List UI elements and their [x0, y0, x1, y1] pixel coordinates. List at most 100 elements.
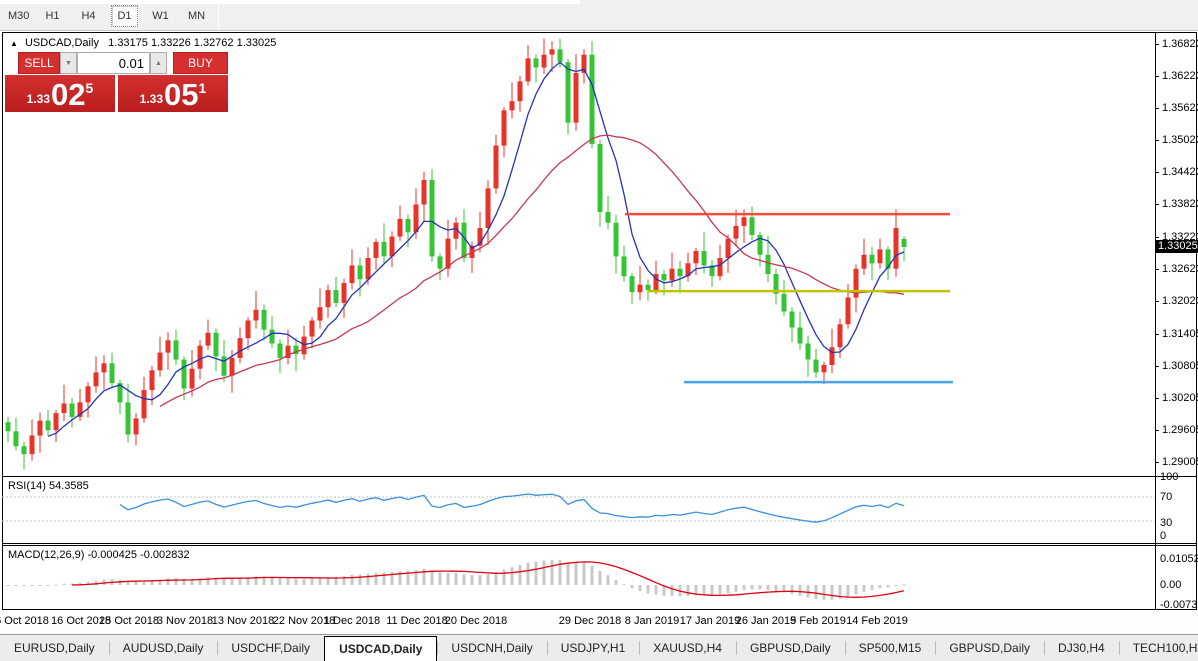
candle — [390, 231, 395, 267]
candle — [518, 76, 523, 112]
candle — [534, 54, 539, 82]
rsi-tick-label: 30 — [1160, 517, 1172, 529]
price-tick-label: 1.33820 — [1162, 198, 1198, 210]
date-axis-label: 14 Feb 2019 — [846, 615, 908, 627]
timeframe-button-mn[interactable]: MN — [183, 5, 210, 27]
candle — [126, 384, 131, 443]
candle — [278, 339, 283, 373]
candle — [382, 223, 387, 264]
timeframe-button-h1[interactable]: H1 — [39, 5, 66, 27]
date-axis-label: 8 Jan 2019 — [625, 615, 679, 627]
candle — [254, 291, 259, 329]
price-tick-label: 1.35620 — [1162, 102, 1198, 114]
candle — [718, 245, 723, 281]
date-axis-label: 11 Dec 2018 — [386, 615, 448, 627]
candle — [430, 169, 435, 262]
rsi-tick-label: 100 — [1160, 471, 1178, 483]
candle — [614, 215, 619, 274]
timeframe-button-m30[interactable]: M30 — [3, 5, 34, 27]
tab-tech100-h1[interactable]: TECH100,H1 — [1119, 635, 1198, 661]
date-axis-label: 26 Jan 2019 — [736, 615, 797, 627]
candle — [246, 317, 251, 350]
candle — [782, 280, 787, 315]
tab-usdcnh-daily[interactable]: USDCNH,Daily — [437, 635, 546, 661]
candle — [678, 261, 683, 294]
candle — [158, 337, 163, 377]
candle — [686, 253, 691, 282]
tab-eurusd-daily[interactable]: EURUSD,Daily — [0, 635, 109, 661]
candle — [302, 326, 307, 360]
candle — [750, 207, 755, 241]
date-axis-label: 5 Feb 2019 — [790, 615, 846, 627]
candle — [814, 349, 819, 378]
candle — [854, 264, 859, 312]
tab-usdjpy-h1[interactable]: USDJPY,H1 — [547, 635, 639, 661]
price-tick-mark — [1155, 366, 1159, 367]
candle — [214, 329, 219, 372]
candle — [598, 140, 603, 227]
trading-platform: M30H1H4D1W1MN ▲ USDCAD,Daily 1.33175 1.3… — [0, 0, 1198, 661]
candle — [206, 320, 211, 351]
candle — [374, 239, 379, 270]
candle — [894, 209, 899, 276]
candle — [86, 382, 91, 417]
candle — [326, 285, 331, 318]
date-axis-label: 17 Jan 2019 — [680, 615, 741, 627]
candle — [622, 246, 627, 282]
candle — [790, 307, 795, 342]
rsi-indicator-chart[interactable] — [2, 477, 1155, 543]
candle — [46, 410, 51, 436]
tab-usdcad-daily[interactable]: USDCAD,Daily — [324, 636, 437, 661]
timeframe-button-w1[interactable]: W1 — [147, 5, 174, 27]
candle — [294, 338, 299, 372]
candle — [134, 413, 139, 445]
price-tick-label: 1.29005 — [1162, 456, 1198, 468]
price-tick-mark — [1155, 398, 1159, 399]
candle — [638, 266, 643, 300]
tab-audusd-daily[interactable]: AUDUSD,Daily — [109, 635, 218, 661]
candlestick-chart[interactable] — [2, 33, 1155, 476]
tab-xauusd-h4[interactable]: XAUUSD,H4 — [639, 635, 736, 661]
date-axis-label: 6 Oct 2018 — [0, 615, 49, 627]
price-tick-mark — [1155, 334, 1159, 335]
candle — [886, 246, 891, 280]
candle — [350, 249, 355, 289]
candle — [70, 398, 75, 427]
price-tick-label: 1.32620 — [1162, 263, 1198, 275]
price-tick-mark — [1155, 301, 1159, 302]
candle — [574, 54, 579, 131]
price-tick-label: 1.30205 — [1162, 392, 1198, 404]
macd-label: MACD(12,26,9) -0.000425 -0.002832 — [8, 549, 190, 561]
tab-dj30-h4[interactable]: DJ30,H4 — [1044, 635, 1119, 661]
candle — [774, 269, 779, 305]
toolbar-top-strip — [0, 0, 580, 4]
candle — [438, 253, 443, 280]
tab-usdchf-daily[interactable]: USDCHF,Daily — [217, 635, 324, 661]
candle — [94, 356, 99, 392]
price-tick-label: 1.36220 — [1162, 70, 1198, 82]
tab-sp500-m15[interactable]: SP500,M15 — [845, 635, 936, 661]
candle — [422, 172, 427, 222]
candle — [398, 206, 403, 241]
date-axis-label: 13 Nov 2018 — [212, 615, 274, 627]
candle — [62, 385, 67, 421]
candle — [238, 328, 243, 364]
price-tick-mark — [1155, 269, 1159, 270]
candle — [862, 239, 867, 275]
timeframe-button-d1[interactable]: D1 — [111, 5, 138, 27]
candle — [630, 273, 635, 304]
tab-gbpusd-daily[interactable]: GBPUSD,Daily — [736, 635, 845, 661]
chart-tab-bar: EURUSD,DailyAUDUSD,DailyUSDCHF,DailyUSDC… — [0, 634, 1198, 661]
date-axis-label: 25 Oct 2018 — [99, 615, 159, 627]
timeframe-button-h4[interactable]: H4 — [75, 5, 102, 27]
current-price-tag: 1.33025 — [1156, 240, 1198, 253]
price-tick-label: 1.32020 — [1162, 295, 1198, 307]
candle — [30, 420, 35, 461]
candle — [334, 277, 339, 308]
date-axis-label: 20 Dec 2018 — [445, 615, 507, 627]
rsi-tick-label: 0 — [1160, 530, 1166, 542]
candle — [166, 332, 171, 370]
candle — [270, 316, 275, 348]
candle — [110, 353, 115, 389]
tab-gbpusd-daily[interactable]: GBPUSD,Daily — [935, 635, 1044, 661]
